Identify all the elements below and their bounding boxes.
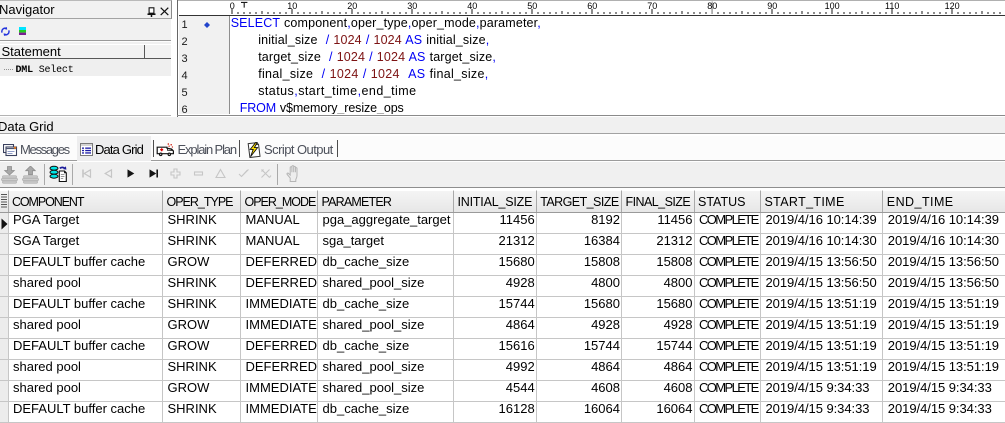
svg-text:10: 10 bbox=[287, 1, 297, 11]
svg-text:110: 110 bbox=[885, 1, 899, 11]
svg-text:120: 120 bbox=[944, 1, 959, 11]
svg-text:90: 90 bbox=[767, 1, 777, 11]
svg-text:30: 30 bbox=[407, 1, 417, 11]
svg-text:70: 70 bbox=[647, 1, 657, 11]
svg-text:80: 80 bbox=[707, 1, 717, 11]
svg-text:60: 60 bbox=[587, 1, 597, 11]
svg-text:50: 50 bbox=[527, 1, 537, 11]
svg-text:20: 20 bbox=[347, 1, 357, 11]
svg-text:40: 40 bbox=[467, 1, 477, 11]
svg-text:100: 100 bbox=[824, 1, 839, 11]
svg-text:0: 0 bbox=[229, 1, 234, 11]
